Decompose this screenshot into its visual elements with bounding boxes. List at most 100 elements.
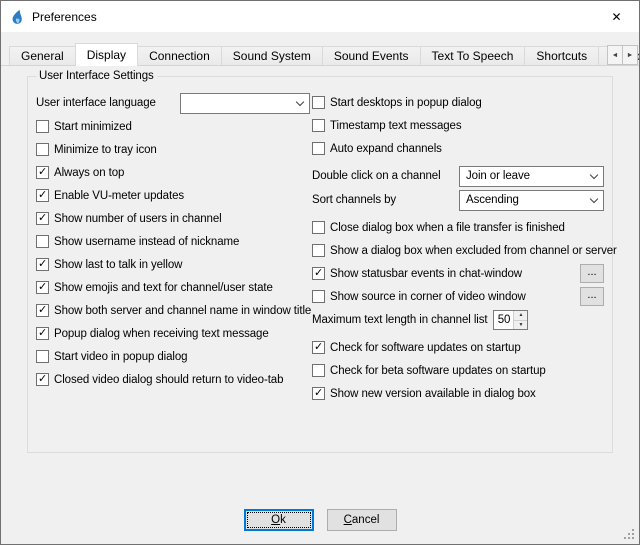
checkbox-label: Show emojis and text for channel/user st…: [54, 282, 273, 294]
double-click-label: Double click on a channel: [312, 170, 441, 182]
chevron-down-icon: [590, 194, 598, 202]
checkbox-label: Check for beta software updates on start…: [330, 365, 546, 377]
video-source-options-button[interactable]: ...: [580, 287, 604, 306]
checkbox-video-return-tab[interactable]: Closed video dialog should return to vid…: [36, 373, 283, 386]
app-icon: [9, 9, 25, 25]
checkbox-box: [312, 96, 325, 109]
cancel-button[interactable]: Cancel: [327, 509, 397, 531]
checkbox-auto-expand-channels[interactable]: Auto expand channels: [312, 142, 442, 155]
window-title: Preferences: [32, 10, 97, 24]
checkbox-box: [36, 120, 49, 133]
max-text-length-value[interactable]: 50: [494, 311, 513, 329]
checkbox-box: [36, 235, 49, 248]
tab-sound-events[interactable]: Sound Events: [322, 46, 421, 66]
checkbox-server-channel-title[interactable]: Show both server and channel name in win…: [36, 304, 311, 317]
spinner-down-icon[interactable]: ▼: [514, 321, 527, 330]
checkbox-box: [312, 341, 325, 354]
tab-label: Connection: [149, 49, 210, 63]
tab-label: Display: [87, 48, 126, 62]
checkbox-always-on-top[interactable]: Always on top: [36, 166, 124, 179]
checkbox-label: Show a dialog box when excluded from cha…: [330, 245, 617, 257]
sort-channels-label: Sort channels by: [312, 194, 396, 206]
language-dropdown[interactable]: [180, 93, 310, 114]
checkbox-box: [312, 267, 325, 280]
checkbox-show-username[interactable]: Show username instead of nickname: [36, 235, 239, 248]
tab-scroll-right-icon[interactable]: ►: [622, 45, 638, 65]
chevron-down-icon: [590, 170, 598, 178]
sort-channels-dropdown[interactable]: Ascending: [459, 190, 604, 211]
checkbox-box: [36, 166, 49, 179]
checkbox-label: Popup dialog when receiving text message: [54, 328, 269, 340]
checkbox-box: [36, 189, 49, 202]
sort-channels-dropdown-value: Ascending: [466, 194, 519, 206]
checkbox-box: [312, 364, 325, 377]
checkbox-box: [36, 373, 49, 386]
tab-label: Text To Speech: [432, 49, 514, 63]
tab-display[interactable]: Display: [75, 43, 138, 66]
checkbox-video-popup[interactable]: Start video in popup dialog: [36, 350, 187, 363]
checkbox-new-version-dialog[interactable]: Show new version available in dialog box: [312, 387, 536, 400]
close-icon: ✕: [611, 10, 621, 24]
resize-grip[interactable]: [623, 528, 635, 540]
checkbox-label: Closed video dialog should return to vid…: [54, 374, 283, 386]
footer: Ok Cancel: [1, 509, 639, 531]
max-text-length-spinner[interactable]: 50 ▲ ▼: [493, 310, 528, 330]
checkbox-box: [312, 387, 325, 400]
tab-scroll-buttons: ◄ ►: [607, 45, 638, 65]
group-title: User Interface Settings: [36, 70, 157, 82]
titlebar[interactable]: Preferences ✕: [1, 1, 639, 32]
checkbox-show-user-count[interactable]: Show number of users in channel: [36, 212, 222, 225]
checkbox-desktops-popup[interactable]: Start desktops in popup dialog: [312, 96, 482, 109]
checkbox-label: Show last to talk in yellow: [54, 259, 182, 271]
tab-label: General: [21, 49, 64, 63]
max-text-length-label: Maximum text length in channel list: [312, 314, 487, 326]
checkbox-box: [312, 290, 325, 303]
tab-general[interactable]: General: [9, 46, 76, 66]
spinner-up-icon[interactable]: ▲: [514, 311, 527, 321]
ok-button[interactable]: Ok: [244, 509, 314, 531]
checkbox-software-updates[interactable]: Check for software updates on startup: [312, 341, 521, 354]
tab-label: Sound System: [233, 49, 311, 63]
checkbox-start-minimized[interactable]: Start minimized: [36, 120, 132, 133]
checkbox-statusbar-events[interactable]: Show statusbar events in chat-window: [312, 267, 522, 280]
close-button[interactable]: ✕: [594, 1, 639, 32]
tab-text-to-speech[interactable]: Text To Speech: [420, 46, 526, 66]
tab-label: Sound Events: [334, 49, 409, 63]
checkbox-close-filetransfer-dialog[interactable]: Close dialog box when a file transfer is…: [312, 221, 565, 234]
checkbox-last-talk-yellow[interactable]: Show last to talk in yellow: [36, 258, 182, 271]
tab-label: Shortcuts: [536, 49, 587, 63]
checkbox-timestamp-messages[interactable]: Timestamp text messages: [312, 119, 461, 132]
checkbox-excluded-dialog[interactable]: Show a dialog box when excluded from cha…: [312, 244, 617, 257]
checkbox-vu-meter-updates[interactable]: Enable VU-meter updates: [36, 189, 184, 202]
user-interface-settings-group: User Interface Settings User interface l…: [27, 76, 613, 453]
checkbox-label: Start desktops in popup dialog: [330, 97, 482, 109]
tab-sound-system[interactable]: Sound System: [221, 46, 323, 66]
checkbox-label: Show statusbar events in chat-window: [330, 268, 522, 280]
checkbox-label: Start video in popup dialog: [54, 351, 187, 363]
checkbox-box: [312, 119, 325, 132]
checkbox-box: [36, 143, 49, 156]
checkbox-label: Show number of users in channel: [54, 213, 222, 225]
chevron-down-icon: [296, 97, 304, 105]
checkbox-popup-text-message[interactable]: Popup dialog when receiving text message: [36, 327, 269, 340]
double-click-dropdown[interactable]: Join or leave: [459, 166, 604, 187]
statusbar-events-options-button[interactable]: ...: [580, 264, 604, 283]
checkbox-label: Timestamp text messages: [330, 120, 461, 132]
checkbox-box: [312, 142, 325, 155]
checkbox-label: Check for software updates on startup: [330, 342, 521, 354]
language-label: User interface language: [36, 97, 156, 109]
checkbox-label: Start minimized: [54, 121, 132, 133]
tab-shortcuts[interactable]: Shortcuts: [524, 46, 599, 66]
checkbox-minimize-to-tray[interactable]: Minimize to tray icon: [36, 143, 157, 156]
checkbox-box: [36, 281, 49, 294]
tab-scroll-left-icon[interactable]: ◄: [607, 45, 623, 65]
checkbox-video-source-corner[interactable]: Show source in corner of video window: [312, 290, 526, 303]
checkbox-box: [36, 304, 49, 317]
preferences-window: Preferences ✕ General Display Connection…: [0, 0, 640, 545]
checkbox-label: Show both server and channel name in win…: [54, 305, 311, 317]
checkbox-label: Enable VU-meter updates: [54, 190, 184, 202]
checkbox-emojis-text-state[interactable]: Show emojis and text for channel/user st…: [36, 281, 273, 294]
spinner-buttons: ▲ ▼: [513, 311, 527, 329]
tab-connection[interactable]: Connection: [137, 46, 222, 66]
checkbox-beta-updates[interactable]: Check for beta software updates on start…: [312, 364, 546, 377]
